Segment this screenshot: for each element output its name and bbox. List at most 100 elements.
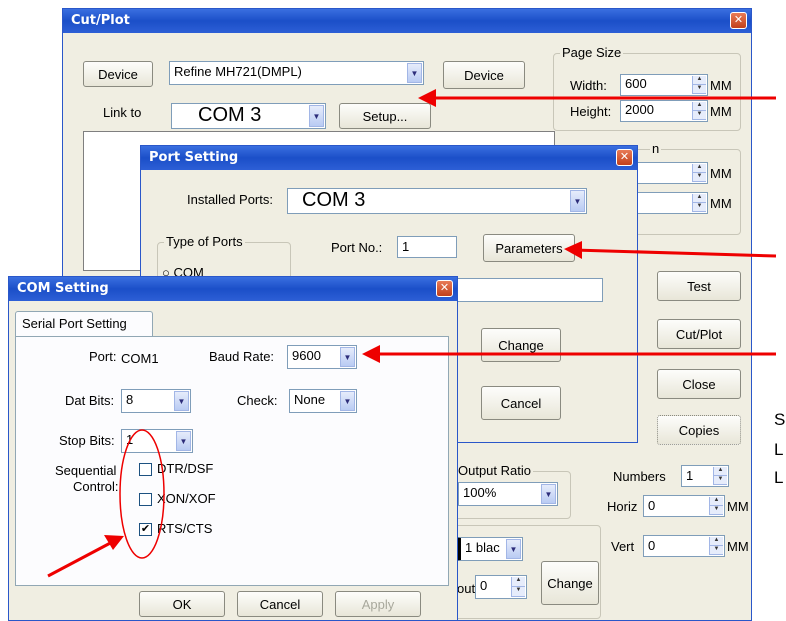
chevron-down-icon[interactable]: ▼ bbox=[309, 105, 324, 127]
output-ratio-title: Output Ratio bbox=[456, 463, 533, 478]
dtr-checkbox[interactable] bbox=[139, 463, 152, 476]
vert-input[interactable]: 0 ▲ ▼ bbox=[643, 535, 725, 557]
installed-ports-value: COM 3 bbox=[302, 189, 366, 211]
spinner-icon[interactable]: ▲ ▼ bbox=[692, 76, 706, 94]
baud-rate-select[interactable]: 9600 ▼ bbox=[287, 345, 357, 369]
vert-value: 0 bbox=[648, 538, 656, 553]
rts-checkbox[interactable]: ✔ bbox=[139, 523, 152, 536]
port-value: COM1 bbox=[121, 351, 159, 366]
check-select[interactable]: None ▼ bbox=[289, 389, 357, 413]
side-text-2: L bbox=[774, 440, 784, 459]
port-cancel-button[interactable]: Cancel bbox=[481, 386, 561, 420]
close-icon[interactable]: ✕ bbox=[730, 12, 747, 29]
chevron-down-icon[interactable]: ▼ bbox=[174, 391, 189, 411]
spinner-icon[interactable]: ▲ ▼ bbox=[692, 164, 706, 182]
port-no-input[interactable]: 1 bbox=[397, 236, 457, 258]
close-icon[interactable]: ✕ bbox=[436, 280, 453, 297]
out-input[interactable]: 0 ▲ ▼ bbox=[475, 575, 527, 599]
ok-button[interactable]: OK bbox=[139, 591, 225, 617]
copies-button[interactable]: Copies bbox=[657, 415, 741, 445]
device-button[interactable]: Device bbox=[83, 61, 153, 87]
apply-button[interactable]: Apply bbox=[335, 591, 421, 617]
cut-plot-titlebar[interactable]: Cut/Plot ✕ bbox=[63, 9, 751, 33]
spinner-icon[interactable]: ▲ ▼ bbox=[692, 102, 706, 120]
height-value: 2000 bbox=[625, 102, 654, 117]
com-cancel-button[interactable]: Cancel bbox=[237, 591, 323, 617]
mm-unit: MM bbox=[727, 499, 749, 514]
mm-unit: MM bbox=[710, 78, 732, 93]
mm-unit: MM bbox=[710, 166, 732, 181]
height-label: Height: bbox=[570, 104, 612, 119]
port-no-value: 1 bbox=[402, 239, 410, 254]
spinner-icon[interactable]: ▲ ▼ bbox=[713, 467, 727, 485]
mm-unit: MM bbox=[727, 539, 749, 554]
spinner-icon[interactable]: ▲ ▼ bbox=[709, 497, 723, 515]
rts-label: RTS/CTS bbox=[157, 521, 213, 536]
dtr-label: DTR/DSF bbox=[157, 461, 214, 476]
tab-serial-port-setting[interactable]: Serial Port Setting bbox=[15, 311, 153, 337]
numbers-label: Numbers bbox=[613, 469, 666, 484]
numbers-input[interactable]: 1 ▲ ▼ bbox=[681, 465, 729, 487]
page-size-group: Page Size Width: 600 ▲ ▼ MM Height: 2000 ▲ ▼… bbox=[553, 45, 741, 131]
setup-button[interactable]: Setup... bbox=[339, 103, 431, 129]
pen-value: 1 blac bbox=[465, 540, 500, 555]
page-size-title: Page Size bbox=[560, 45, 624, 60]
out-value: 0 bbox=[480, 578, 488, 593]
dat-bits-value: 8 bbox=[126, 392, 134, 407]
side-text-3: L bbox=[774, 468, 784, 487]
device-value: Refine MH721(DMPL) bbox=[174, 64, 302, 79]
pen-change-button[interactable]: Change bbox=[541, 561, 599, 605]
com-setting-titlebar[interactable]: COM Setting ✕ bbox=[9, 277, 457, 301]
vert-label: Vert bbox=[611, 539, 635, 554]
stop-bits-label: Stop Bits: bbox=[59, 433, 115, 448]
chevron-down-icon[interactable]: ▼ bbox=[570, 190, 585, 212]
output-ratio-select[interactable]: 100% ▼ bbox=[458, 482, 558, 506]
device-button-2[interactable]: Device bbox=[443, 61, 525, 89]
link-to-select[interactable]: COM 3 ▼ bbox=[171, 103, 326, 129]
port-setting-title: Port Setting bbox=[149, 150, 239, 165]
link-to-value: COM 3 bbox=[198, 104, 262, 126]
com-setting-title: COM Setting bbox=[17, 281, 109, 296]
chevron-down-icon[interactable]: ▼ bbox=[176, 431, 191, 451]
device-select[interactable]: Refine MH721(DMPL) ▼ bbox=[169, 61, 424, 85]
chevron-down-icon[interactable]: ▼ bbox=[340, 347, 355, 367]
link-to-label: Link to bbox=[103, 105, 142, 120]
spinner-icon[interactable]: ▲ ▼ bbox=[692, 194, 706, 212]
stop-bits-value: 1 bbox=[126, 432, 134, 447]
cut-plot-title: Cut/Plot bbox=[71, 13, 130, 28]
close-icon[interactable]: ✕ bbox=[616, 149, 633, 166]
spinner-icon[interactable]: ▲ ▼ bbox=[511, 577, 525, 597]
side-text-1: S bbox=[774, 410, 786, 429]
test-button[interactable]: Test bbox=[657, 271, 741, 301]
width-label: Width: bbox=[570, 78, 607, 93]
port-no-label: Port No.: bbox=[331, 240, 383, 255]
output-ratio-value: 100% bbox=[463, 485, 497, 500]
close-button[interactable]: Close bbox=[657, 369, 741, 399]
dat-bits-label: Dat Bits: bbox=[65, 393, 115, 408]
horiz-value: 0 bbox=[648, 498, 656, 513]
xon-label: XON/XOF bbox=[157, 491, 216, 506]
chevron-down-icon[interactable]: ▼ bbox=[541, 484, 556, 504]
origin-title: n bbox=[650, 141, 662, 156]
cut-plot-button[interactable]: Cut/Plot bbox=[657, 319, 741, 349]
pen-select[interactable]: 1 blac ▼ bbox=[451, 537, 523, 561]
port-change-button[interactable]: Change bbox=[481, 328, 561, 362]
chevron-down-icon[interactable]: ▼ bbox=[506, 539, 521, 559]
width-input[interactable]: 600 ▲ ▼ bbox=[620, 74, 708, 96]
xon-checkbox[interactable] bbox=[139, 493, 152, 506]
port-setting-titlebar[interactable]: Port Setting ✕ bbox=[141, 146, 637, 170]
chevron-down-icon[interactable]: ▼ bbox=[340, 391, 355, 411]
baud-rate-label: Baud Rate: bbox=[209, 349, 275, 364]
installed-ports-select[interactable]: COM 3 ▼ bbox=[287, 188, 587, 214]
horiz-input[interactable]: 0 ▲ ▼ bbox=[643, 495, 725, 517]
height-input[interactable]: 2000 ▲ ▼ bbox=[620, 100, 708, 122]
output-ratio-group: Output Ratio 100% ▼ bbox=[451, 463, 571, 519]
installed-ports-label: Installed Ports: bbox=[187, 192, 273, 207]
tab-label: Serial Port Setting bbox=[22, 316, 127, 331]
chevron-down-icon[interactable]: ▼ bbox=[407, 63, 422, 83]
dat-bits-select[interactable]: 8 ▼ bbox=[121, 389, 191, 413]
spinner-icon[interactable]: ▲ ▼ bbox=[709, 537, 723, 555]
parameters-button[interactable]: Parameters bbox=[483, 234, 575, 262]
port-path-input[interactable] bbox=[453, 278, 603, 302]
stop-bits-select[interactable]: 1 ▼ bbox=[121, 429, 193, 453]
